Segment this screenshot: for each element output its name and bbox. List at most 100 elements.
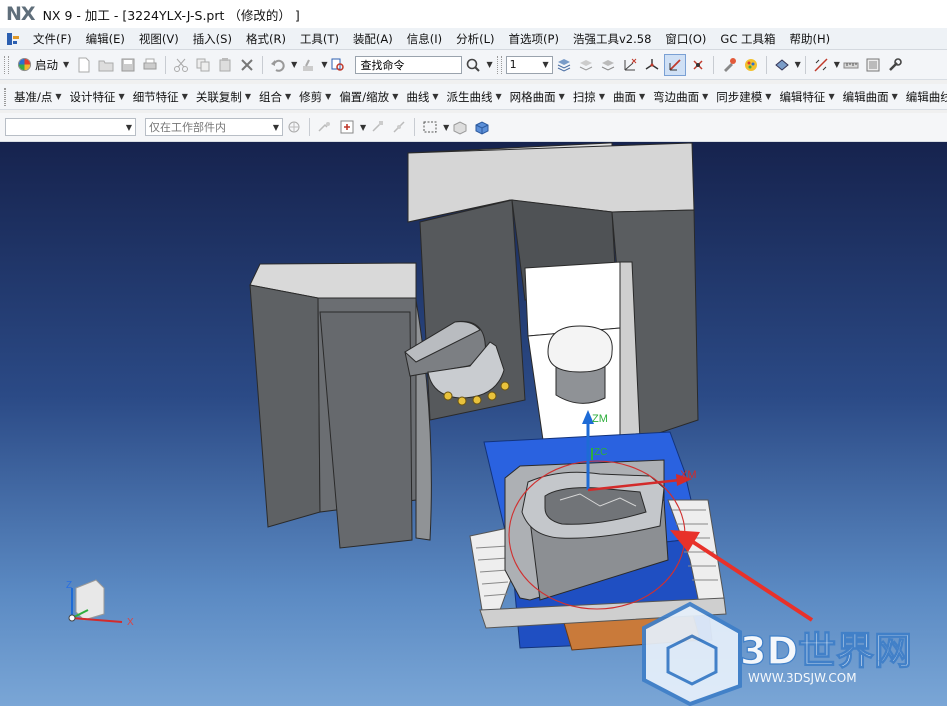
show-hide-icon[interactable]: [772, 55, 792, 75]
assembly-filter-icon[interactable]: [284, 117, 304, 137]
select-bodies-icon[interactable]: [450, 117, 470, 137]
menu-design-feature[interactable]: 设计特征 ▼: [66, 89, 129, 105]
selection-scope-select[interactable]: 仅在工作部件内 ▼: [145, 118, 283, 136]
chevron-down-icon[interactable]: ▼: [360, 123, 366, 132]
chevron-down-icon[interactable]: ▼: [443, 123, 449, 132]
end-point-snap-icon[interactable]: [367, 117, 387, 137]
menu-tools[interactable]: 工具(T): [293, 31, 346, 47]
repeat-command-icon[interactable]: [298, 55, 318, 75]
menu-analysis[interactable]: 分析(L): [449, 31, 501, 47]
chevron-down-icon: ▼: [125, 122, 132, 132]
toolbar-separator: [765, 55, 767, 74]
wcs-orient-icon[interactable]: [688, 55, 708, 75]
delete-icon[interactable]: [237, 55, 257, 75]
menu-sweep[interactable]: 扫掠 ▼: [569, 89, 609, 105]
layer-settings-icon[interactable]: [554, 55, 574, 75]
menu-edit[interactable]: 编辑(E): [79, 31, 132, 47]
copy-to-layer-icon[interactable]: [598, 55, 618, 75]
chevron-down-icon[interactable]: ▼: [291, 60, 297, 69]
print-icon[interactable]: [140, 55, 160, 75]
measure-distance-icon[interactable]: [811, 55, 831, 75]
chevron-down-icon: ▼: [495, 92, 502, 101]
chevron-down-icon[interactable]: ▼: [486, 60, 492, 69]
start-button[interactable]: 启动 ▼: [13, 57, 73, 73]
point-snap-toggle-icon[interactable]: [337, 117, 357, 137]
command-finder-icon[interactable]: [328, 55, 348, 75]
mid-point-snap-icon[interactable]: [389, 117, 409, 137]
chevron-down-icon[interactable]: ▼: [321, 60, 327, 69]
menu-edit-feature-label: 编辑特征: [779, 89, 826, 104]
menu-flange-surface[interactable]: 弯边曲面 ▼: [649, 89, 712, 105]
app-menu-icon[interactable]: [6, 32, 20, 46]
menu-associative-copy[interactable]: 关联复制 ▼: [192, 89, 255, 105]
chevron-down-icon[interactable]: ▼: [795, 60, 801, 69]
menu-assembly[interactable]: 装配(A): [346, 31, 400, 47]
menu-edit-curve[interactable]: 编辑曲线▼: [902, 89, 947, 105]
move-to-layer-icon[interactable]: [576, 55, 596, 75]
new-file-icon[interactable]: [74, 55, 94, 75]
menu-format[interactable]: 格式(R): [239, 31, 293, 47]
chevron-down-icon: ▼: [285, 92, 292, 101]
menu-insert[interactable]: 插入(S): [186, 31, 239, 47]
menu-help[interactable]: 帮助(H): [783, 31, 838, 47]
menu-curve[interactable]: 曲线 ▼: [402, 89, 442, 105]
menu-trim[interactable]: 修剪 ▼: [295, 89, 335, 105]
menu-design-feature-label: 设计特征: [69, 89, 116, 104]
menu-preferences[interactable]: 首选项(P): [502, 31, 566, 47]
menu-synchronous-modeling-label: 同步建模: [716, 89, 763, 104]
menu-detail-feature[interactable]: 细节特征 ▼: [129, 89, 192, 105]
snap-point-icon[interactable]: [315, 117, 335, 137]
menu-offset-scale[interactable]: 偏置/缩放 ▼: [335, 89, 402, 105]
menu-combine[interactable]: 组合 ▼: [255, 89, 295, 105]
chevron-down-icon[interactable]: ▼: [834, 60, 840, 69]
menu-datum-point-label: 基准/点: [14, 89, 53, 104]
triad-label-z: Z: [66, 580, 72, 591]
toolbar-grip[interactable]: [496, 55, 502, 74]
undo-icon[interactable]: [268, 55, 288, 75]
save-icon[interactable]: [118, 55, 138, 75]
menu-synchronous-modeling[interactable]: 同步建模 ▼: [712, 89, 775, 105]
copy-icon[interactable]: [193, 55, 213, 75]
selection-scope-value: 仅在工作部件内: [149, 121, 226, 134]
measure-length-icon[interactable]: [841, 55, 861, 75]
properties-icon[interactable]: [863, 55, 883, 75]
wcs-dynamic-icon[interactable]: [642, 55, 662, 75]
menu-haoqiang-tools[interactable]: 浩强工具v2.58: [566, 31, 658, 47]
menu-mesh-surface[interactable]: 网格曲面 ▼: [506, 89, 569, 105]
menu-edit-feature[interactable]: 编辑特征 ▼: [775, 89, 838, 105]
menu-derived-curve[interactable]: 派生曲线 ▼: [443, 89, 506, 105]
type-filter-select[interactable]: ▼: [5, 118, 136, 136]
menu-datum-point[interactable]: 基准/点 ▼: [10, 89, 66, 105]
menu-view[interactable]: 视图(V): [132, 31, 186, 47]
menu-gc-toolkit[interactable]: GC 工具箱: [713, 31, 782, 47]
graphics-viewport[interactable]: ZM ZC XM Z X 3D世界网 WWW.3DSJW.COM: [0, 142, 947, 706]
paste-icon[interactable]: [215, 55, 235, 75]
menu-information[interactable]: 信息(I): [400, 31, 449, 47]
paint-color-icon[interactable]: [741, 55, 761, 75]
select-faces-icon[interactable]: [472, 117, 492, 137]
cut-icon[interactable]: [171, 55, 191, 75]
menu-window[interactable]: 窗口(O): [658, 31, 713, 47]
toolbar-grip[interactable]: [4, 87, 6, 106]
toolbar-grip[interactable]: [4, 55, 9, 74]
tools-wrench-icon[interactable]: [885, 55, 905, 75]
wcs-display-icon[interactable]: [663, 53, 686, 76]
menu-surface[interactable]: 曲面 ▼: [609, 89, 649, 105]
watermark: 3D世界网 WWW.3DSJW.COM: [642, 601, 913, 706]
menu-file[interactable]: 文件(F): [26, 31, 79, 47]
wcs-origin-icon[interactable]: [620, 55, 640, 75]
work-layer-select[interactable]: 1 ▼: [505, 55, 553, 74]
view-triad[interactable]: Z X: [66, 579, 134, 628]
chevron-down-icon: ▼: [598, 92, 605, 101]
chevron-down-icon: ▼: [63, 60, 70, 69]
edit-object-display-icon[interactable]: [719, 55, 739, 75]
search-icon[interactable]: [463, 55, 483, 75]
chevron-down-icon: ▼: [765, 92, 772, 101]
menu-edit-surface[interactable]: 编辑曲面 ▼: [839, 89, 902, 105]
rectangle-select-icon[interactable]: [420, 117, 440, 137]
open-folder-icon[interactable]: [96, 55, 116, 75]
menu-detail-feature-label: 细节特征: [132, 89, 179, 104]
machine-model-view[interactable]: ZM ZC XM Z X 3D世界网 WWW.3DSJW.COM: [0, 142, 947, 706]
menu-bar: 文件(F) 编辑(E) 视图(V) 插入(S) 格式(R) 工具(T) 装配(A…: [0, 28, 947, 50]
command-search-input[interactable]: [355, 55, 463, 74]
